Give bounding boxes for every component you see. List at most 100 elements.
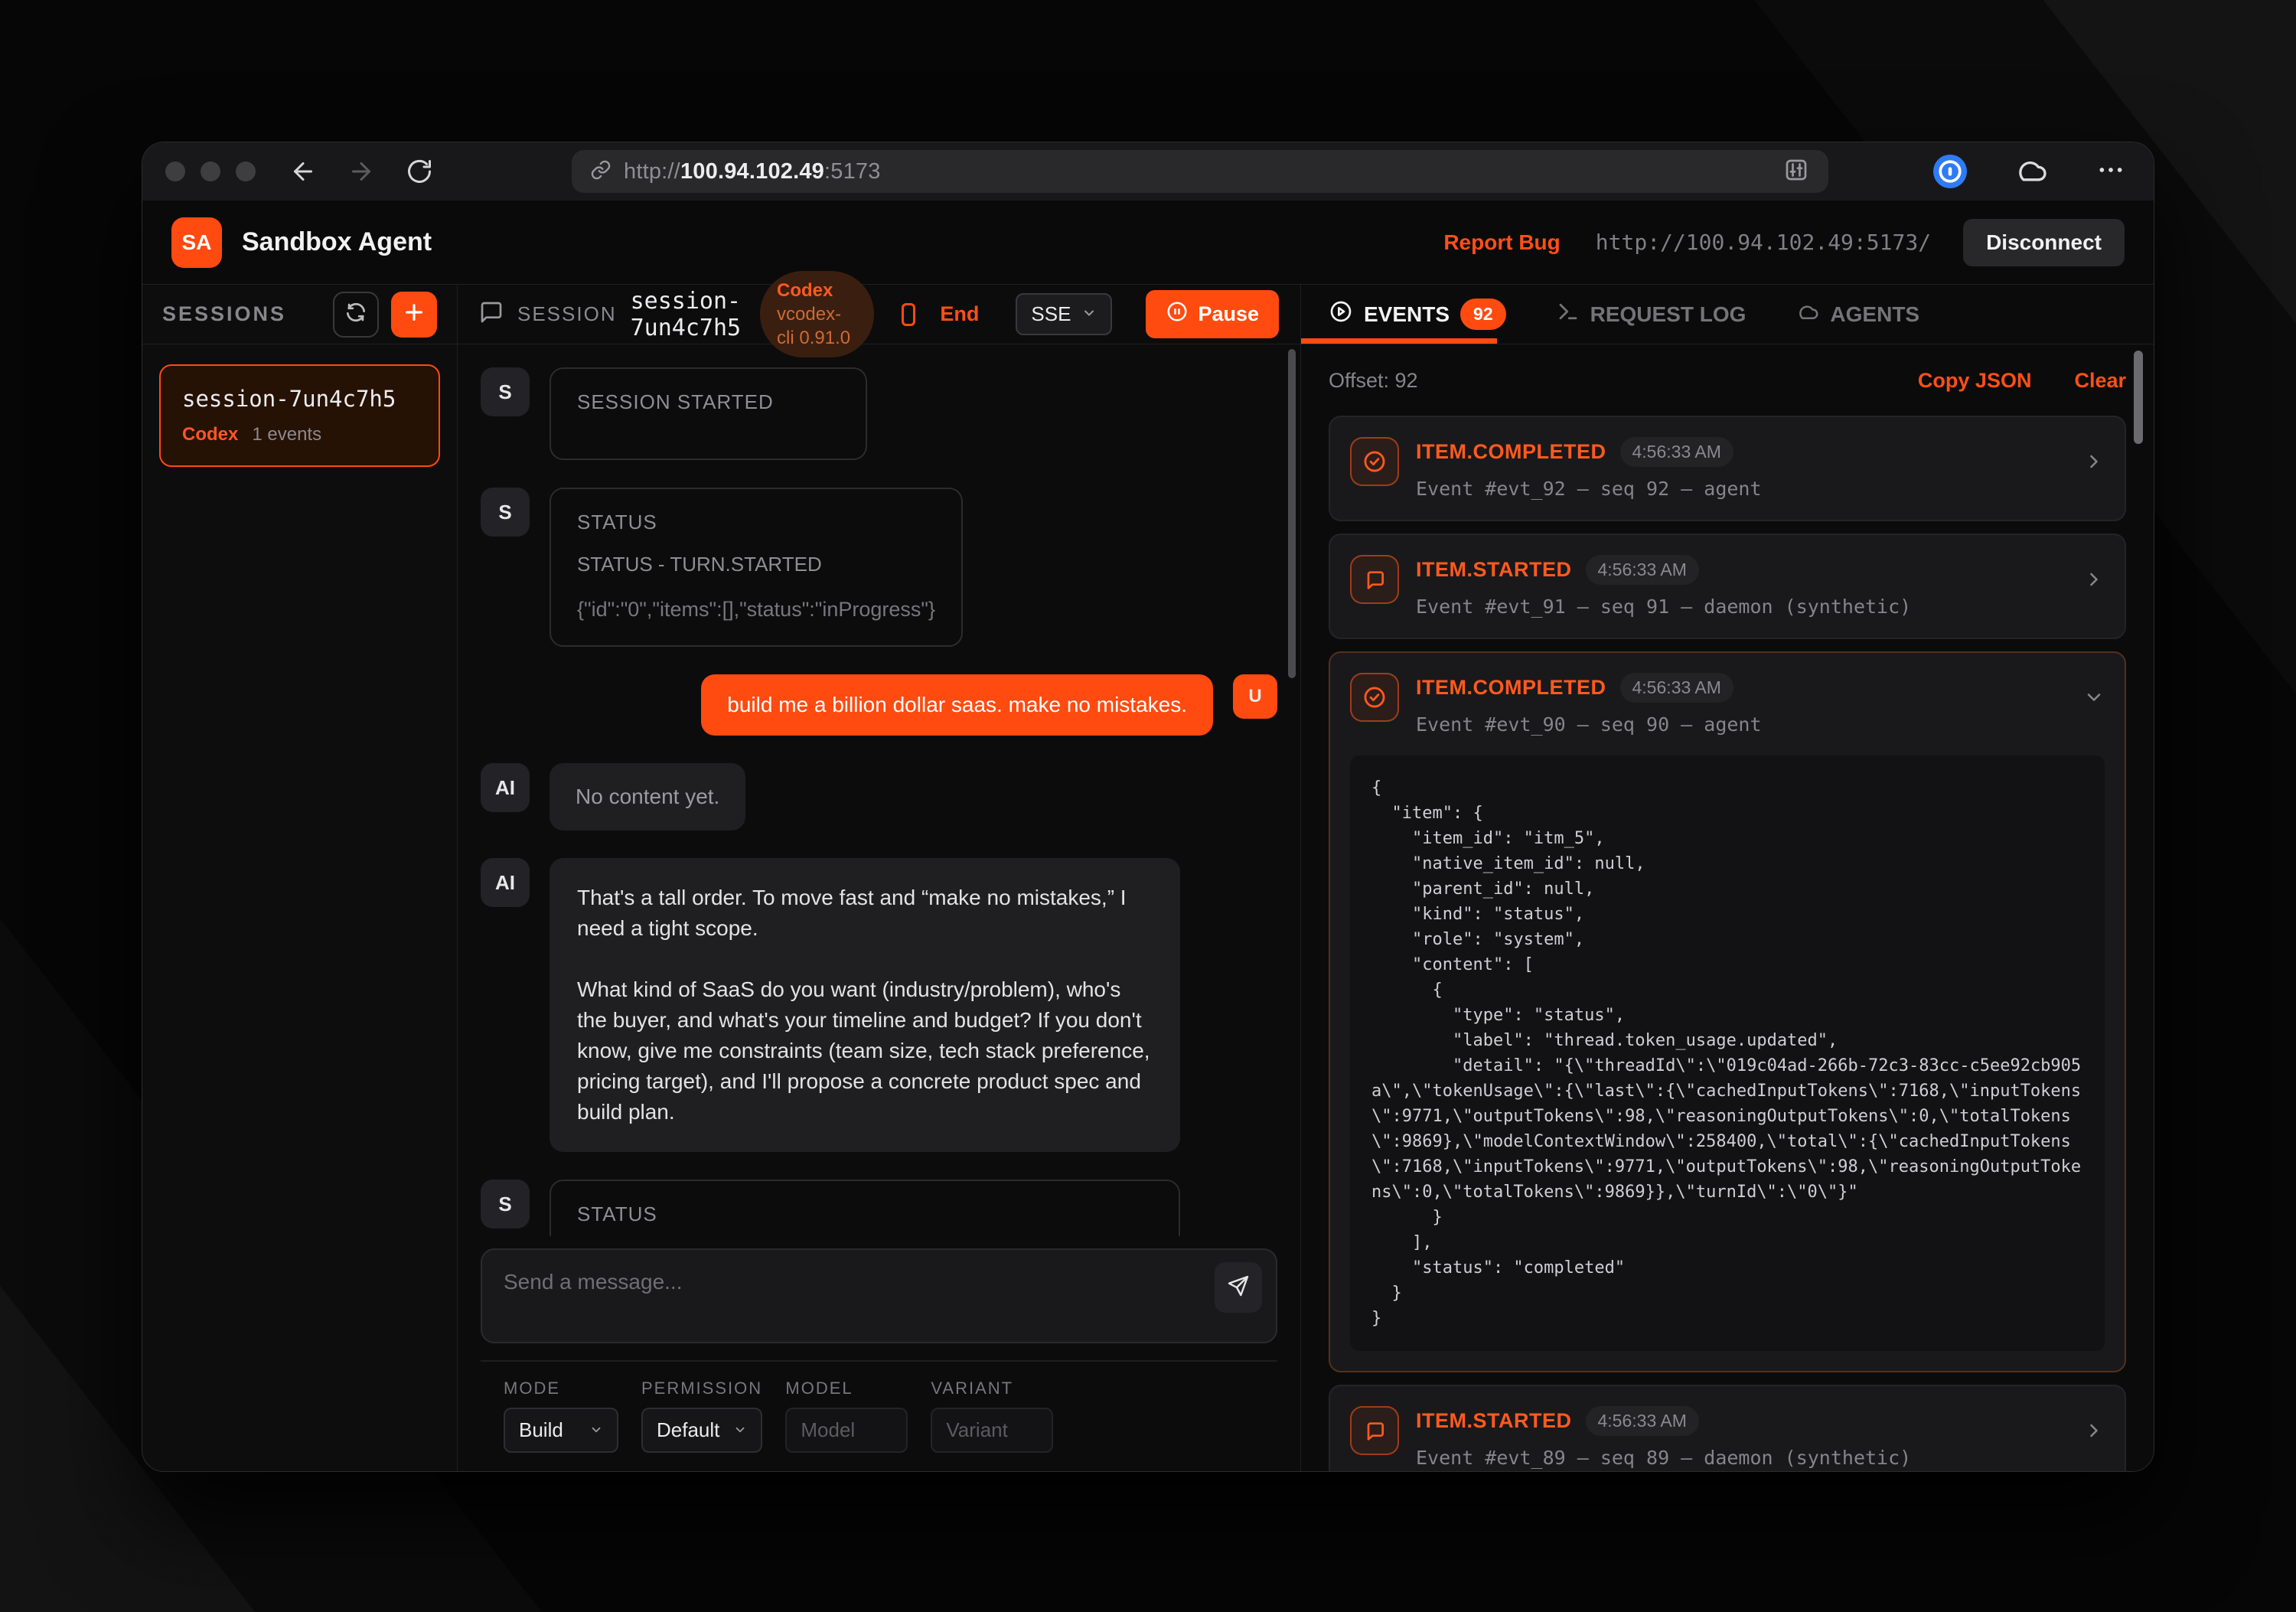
system-avatar: S (481, 1180, 530, 1229)
assistant-message: AI That's a tall order. To move fast and… (481, 858, 1277, 1152)
browser-chrome: http://100.94.102.49:5173 (142, 142, 2154, 201)
copy-json-button[interactable]: Copy JSON (1918, 369, 2032, 393)
tab-agents[interactable]: AGENTS (1796, 300, 1919, 328)
tab-events[interactable]: EVENTS 92 (1329, 299, 1506, 330)
status-subtitle: STATUS - TURN.STARTED (577, 553, 935, 576)
system-avatar: S (481, 488, 530, 537)
sessions-title: SESSIONS (162, 302, 321, 326)
user-message-text: build me a billion dollar saas. make no … (701, 674, 1213, 736)
event-type: ITEM.STARTED (1416, 1409, 1572, 1433)
back-icon[interactable] (289, 158, 317, 185)
events-toolbar: Offset: 92 Copy JSON Clear (1301, 344, 2154, 400)
reader-settings-icon[interactable] (1782, 156, 1810, 188)
chat-bubble-icon (1350, 555, 1399, 604)
assistant-avatar: AI (481, 763, 530, 812)
events-tab-underline (1301, 338, 1497, 344)
chevron-right-icon (2083, 1420, 2105, 1445)
chat-bubble-icon (1350, 1406, 1399, 1455)
play-circle-icon (1329, 299, 1353, 329)
end-label[interactable]: End (940, 302, 979, 326)
variant-label: VARIANT (931, 1379, 1053, 1398)
event-time: 4:56:33 AM (1620, 437, 1733, 467)
events-scrollbar[interactable] (2134, 351, 2143, 444)
refresh-sessions-button[interactable] (333, 292, 379, 338)
clear-events-button[interactable]: Clear (2074, 369, 2126, 393)
session-label: SESSION (517, 302, 617, 326)
message-input[interactable] (482, 1250, 1192, 1342)
event-card[interactable]: ITEM.STARTED4:56:33 AM Event #evt_89 – s… (1329, 1385, 2126, 1471)
plus-icon (402, 300, 426, 328)
composer-controls: MODE Build PERMISSION Default MODEL VARI… (481, 1360, 1277, 1471)
onepassword-icon[interactable] (1933, 155, 1967, 188)
pause-button[interactable]: Pause (1146, 290, 1279, 338)
chevron-right-icon (2083, 451, 2105, 476)
refresh-icon (344, 300, 368, 328)
cloud-icon[interactable] (2014, 153, 2048, 191)
link-icon (590, 159, 612, 184)
mode-select[interactable]: Build (504, 1408, 618, 1453)
app-logo: SA (171, 217, 222, 268)
assistant-message-text: No content yet. (550, 763, 745, 830)
app-header: SA Sandbox Agent Report Bug http://100.9… (142, 201, 2154, 285)
event-summary: Event #evt_89 – seq 89 – daemon (synthet… (1416, 1447, 1911, 1469)
status-label: STATUS (577, 511, 935, 534)
report-bug-link[interactable]: Report Bug (1443, 230, 1560, 255)
send-button[interactable] (1215, 1262, 1262, 1313)
session-column: SESSION session-7un4c7h5 Codex vcodex-cl… (458, 285, 1301, 1471)
event-json-detail: { "item": { "item_id": "itm_5", "native_… (1350, 755, 2105, 1351)
chevron-right-icon (2083, 569, 2105, 594)
variant-input[interactable] (931, 1408, 1053, 1453)
session-started-text: SESSION STARTED (577, 390, 774, 414)
tab-request-log[interactable]: REQUEST LOG (1557, 300, 1746, 328)
end-checkbox[interactable] (902, 303, 916, 326)
cloud-icon (1796, 300, 1819, 328)
panel-tabs: EVENTS 92 REQUEST LOG AGENTS (1301, 285, 2154, 344)
permission-select[interactable]: Default (641, 1408, 762, 1453)
event-card[interactable]: ITEM.STARTED 4:56:33 AM Event #evt_91 – s… (1329, 534, 2126, 639)
offset-counter: Offset: 92 (1329, 369, 1918, 393)
event-card-expanded[interactable]: ITEM.COMPLETED4:56:33 AM Event #evt_90 –… (1329, 651, 2126, 1372)
session-list-item[interactable]: session-7un4c7h5 Codex 1 events (159, 364, 440, 467)
disconnect-button[interactable]: Disconnect (1963, 219, 2125, 266)
chevron-down-icon (1081, 302, 1097, 326)
forward-icon[interactable] (347, 158, 375, 185)
system-message: S STATUS STATUS - THREAD.TOKEN_USAGE.UPD… (481, 1180, 1277, 1236)
app-title: Sandbox Agent (242, 227, 432, 257)
reload-icon[interactable] (406, 158, 433, 185)
close-window-button[interactable] (165, 162, 185, 181)
events-panel: EVENTS 92 REQUEST LOG AGENTS Offset: 92 … (1301, 285, 2154, 1471)
event-list[interactable]: ITEM.COMPLETED 4:56:33 AM Event #evt_92 –… (1329, 416, 2126, 1471)
chat-transcript[interactable]: S SESSION STARTED S STATUS STATUS - TURN… (458, 344, 1300, 1236)
url-text: http://100.94.102.49:5173 (624, 159, 881, 184)
event-card[interactable]: ITEM.COMPLETED 4:56:33 AM Event #evt_92 –… (1329, 416, 2126, 521)
session-name: session-7un4c7h5 (182, 386, 417, 412)
event-summary: Event #evt_91 – seq 91 – daemon (synthet… (1416, 596, 1911, 618)
check-circle-icon (1350, 437, 1399, 486)
address-bar[interactable]: http://100.94.102.49:5173 (572, 150, 1828, 193)
event-type: ITEM.STARTED (1416, 558, 1572, 582)
pause-icon (1166, 300, 1189, 328)
minimize-window-button[interactable] (201, 162, 220, 181)
transport-select[interactable]: SSE (1016, 293, 1112, 335)
event-time: 4:56:33 AM (1586, 555, 1699, 585)
event-type: ITEM.COMPLETED (1416, 440, 1606, 464)
events-count-badge: 92 (1460, 299, 1506, 330)
more-options-icon[interactable] (2095, 155, 2126, 189)
new-session-button[interactable] (391, 292, 437, 338)
event-summary: Event #evt_90 – seq 90 – agent (1416, 713, 1762, 736)
permission-label: PERMISSION (641, 1379, 762, 1398)
system-avatar: S (481, 367, 530, 416)
chevron-down-icon (733, 1418, 747, 1442)
maximize-window-button[interactable] (236, 162, 256, 181)
chat-scrollbar[interactable] (1288, 349, 1296, 678)
user-message: build me a billion dollar saas. make no … (481, 674, 1277, 736)
event-summary: Event #evt_92 – seq 92 – agent (1416, 478, 1762, 500)
send-icon (1226, 1274, 1251, 1302)
sessions-sidebar: SESSIONS session-7un4c7h5 Codex 1 events (142, 285, 458, 1471)
model-input[interactable] (785, 1408, 908, 1453)
window-controls (165, 162, 256, 181)
assistant-paragraph: What kind of SaaS do you want (industry/… (577, 974, 1153, 1127)
assistant-avatar: AI (481, 858, 530, 907)
chevron-down-icon (2083, 687, 2105, 712)
session-header-name: session-7un4c7h5 (631, 288, 746, 341)
